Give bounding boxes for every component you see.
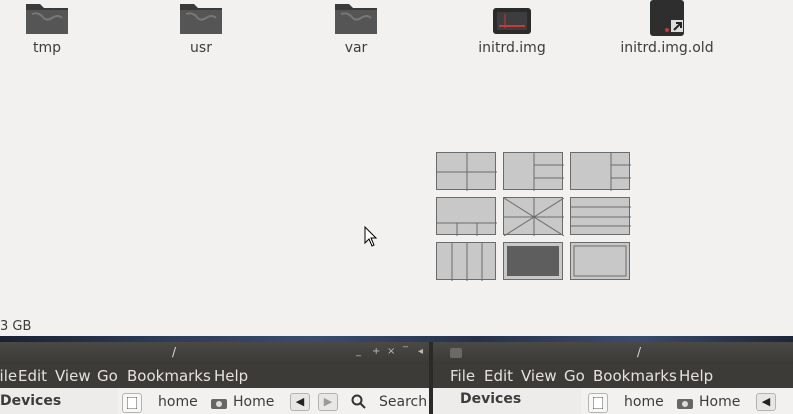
layout-option-rows[interactable] (570, 197, 631, 235)
file-manager-window-left: / _ + × ‾ ◂ File Edit View Go Bookmarks … (0, 342, 429, 414)
layout-cross-icon (504, 198, 564, 236)
layout-option-left-main-right-narrow[interactable] (570, 152, 631, 191)
layout-left-main-narrow-icon (610, 153, 631, 191)
folder-icon (26, 4, 68, 34)
layout-top-main-icon (437, 222, 497, 236)
menu-help[interactable]: Help (214, 367, 248, 385)
layout-quarters-icon (437, 153, 497, 191)
free-space-status: 3 GB (0, 319, 32, 334)
menu-bookmarks[interactable]: Bookmarks (127, 367, 211, 385)
layout-option-left-main-right-three[interactable] (503, 152, 564, 191)
arrow-left-icon: ◀ (761, 395, 771, 408)
arrow-right-icon: ▶ (323, 395, 333, 408)
location-toolbar: Devices home Home ◀ ▶ Search (0, 388, 429, 414)
crumb-home-user[interactable]: Home (208, 393, 286, 413)
folder-icon (335, 4, 377, 34)
file-label: initrd.img.old (620, 40, 714, 56)
window-menu-icon[interactable] (450, 348, 462, 358)
layout-option-quarters[interactable] (436, 152, 497, 191)
menu-help[interactable]: Help (679, 367, 713, 385)
folder-icon (180, 4, 222, 34)
back-button[interactable]: ◀ (290, 393, 310, 411)
window-titlebar[interactable]: / (433, 342, 793, 364)
window-title: / (637, 345, 642, 359)
layout-option-cross[interactable] (503, 197, 564, 236)
layout-option-single[interactable] (570, 242, 630, 280)
layout-left-main-icon (533, 153, 564, 191)
file-label: tmp (32, 40, 61, 56)
arrow-left-icon: ◀ (295, 395, 305, 408)
drive-icon (127, 397, 137, 409)
menu-file[interactable]: File (450, 367, 475, 385)
window-titlebar[interactable]: / _ + × ‾ ◂ (0, 342, 429, 364)
home-folder-icon (211, 399, 227, 409)
menu-bar: File Edit View Go Bookmarks Help (0, 364, 429, 388)
image-file-icon (493, 8, 531, 34)
menu-view[interactable]: View (55, 367, 91, 385)
file-view: tmp usr var initrd.img initrd.img.old 3 … (0, 0, 793, 336)
layout-option-columns[interactable] (436, 242, 496, 281)
file-label: usr (190, 40, 212, 56)
forward-button[interactable]: ▶ (318, 393, 338, 411)
layout-single-icon (573, 245, 627, 277)
menu-edit[interactable]: Edit (18, 367, 47, 385)
crumb-home-user[interactable]: Home (674, 393, 752, 413)
minimize-button[interactable]: _ (356, 346, 361, 357)
layout-maximize-icon (507, 246, 559, 276)
crumb-home[interactable]: home (148, 393, 204, 413)
menu-go[interactable]: Go (564, 367, 585, 385)
shade-button[interactable]: ‾ (403, 346, 408, 357)
file-label: var (344, 40, 368, 56)
location-toolbar: Devices home Home ◀ (433, 388, 793, 414)
symlink-file-icon (650, 0, 684, 36)
menu-edit[interactable]: Edit (484, 367, 513, 385)
menu-bar: File Edit View Go Bookmarks Help (433, 364, 793, 388)
layout-columns-icon (451, 243, 483, 281)
home-folder-icon (677, 399, 693, 409)
search-icon (351, 394, 366, 409)
layout-option-maximize[interactable] (503, 242, 563, 280)
crumb-home[interactable]: home (614, 393, 670, 413)
menu-file[interactable]: File (0, 367, 17, 385)
file-manager-window-right: / File Edit View Go Bookmarks Help Devic… (433, 342, 793, 414)
menu-go[interactable]: Go (97, 367, 118, 385)
sidebar-devices-heading: Devices (0, 388, 118, 414)
window-title: / (172, 345, 177, 359)
sticky-button[interactable]: ◂ (418, 346, 423, 357)
menu-view[interactable]: View (521, 367, 557, 385)
menu-bookmarks[interactable]: Bookmarks (593, 367, 677, 385)
layout-rows-icon (571, 206, 631, 227)
sidebar-devices-heading: Devices (433, 388, 581, 414)
crumb-root[interactable] (122, 393, 142, 413)
maximize-button[interactable]: + (372, 346, 380, 357)
close-button[interactable]: × (387, 346, 395, 357)
layout-option-top-main-bottom-three[interactable] (436, 197, 497, 236)
file-label: initrd.img (478, 40, 546, 56)
drive-icon (593, 397, 603, 409)
back-button[interactable]: ◀ (756, 393, 776, 411)
crumb-root[interactable] (588, 393, 608, 413)
mouse-cursor-icon (364, 226, 378, 247)
search-button[interactable]: Search (350, 394, 430, 412)
